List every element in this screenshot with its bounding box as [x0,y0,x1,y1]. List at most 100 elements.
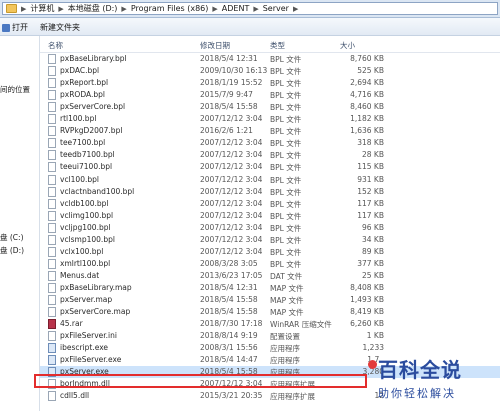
address-breadcrumb[interactable]: ▶ 计算机 ▶ 本地磁盘 (D:) ▶ Program Files (x86) … [2,2,498,15]
watermark: 百科全说 助你轻松解决 [368,354,498,401]
file-name: teedb7100.bpl [60,150,115,160]
file-type: WinRAR 压缩文件 [270,320,332,330]
file-name: pxBaseLibrary.map [60,282,132,292]
file-date: 2007/12/12 3:04 [200,138,263,148]
breadcrumb-program-files[interactable]: Program Files (x86) [131,4,209,13]
file-type: DAT 文件 [270,271,303,281]
file-size: 28 KB [362,150,384,160]
chevron-right-icon: ▶ [253,4,259,13]
file-row[interactable]: pxFileServer.ini 2018/8/14 9:19 配置设置 1 KB [40,330,500,342]
file-row[interactable]: pxServerCore.bpl 2018/5/4 15:58 BPL 文件 8,46… [40,101,500,113]
file-row[interactable]: pxReport.bpl 2018/1/19 15:52 BPL 文件 2,694 K… [40,77,500,89]
breadcrumb-drive-d[interactable]: 本地磁盘 (D:) [68,3,118,14]
file-row[interactable]: pxBaseLibrary.bpl 2018/5/4 12:31 BPL 文件 8,7… [40,53,500,65]
file-icon [48,186,56,197]
file-date: 2015/3/21 20:35 [200,391,263,401]
file-size: 525 KB [357,66,384,76]
file-size: 4,716 KB [350,90,384,100]
file-size: 117 KB [357,210,384,220]
column-header: 名称 修改日期 类型 大小 [40,36,500,53]
breadcrumb-adent[interactable]: ADENT [222,4,250,13]
file-icon [48,307,56,318]
new-folder-button[interactable]: 新建文件夹 [40,22,80,33]
file-date: 2018/5/4 14:47 [200,355,258,365]
file-size: 1,182 KB [350,114,384,124]
file-row[interactable]: ibescript.exe 2008/3/1 15:56 应用程序 1,233 [40,342,500,354]
file-row[interactable]: pxServerCore.map 2018/5/4 15:58 MAP 文件 8,41… [40,306,500,318]
selection-highlight [34,374,367,388]
file-name: pxBaseLibrary.bpl [60,54,127,63]
file-icon [48,78,56,89]
file-row[interactable]: vcljpg100.bpl 2007/12/12 3:04 BPL 文件 96 KB [40,222,500,234]
file-size: 152 KB [357,186,384,196]
file-icon [48,210,56,221]
watermark-logo-icon [368,360,377,369]
file-type: BPL 文件 [270,55,302,64]
file-row[interactable]: pxBaseLibrary.map 2018/5/4 12:31 MAP 文件 8,4… [40,282,500,294]
file-row[interactable]: RVPkgD2007.bpl 2016/2/6 1:21 BPL 文件 1,636 K… [40,125,500,137]
file-row[interactable]: teedb7100.bpl 2007/12/12 3:04 BPL 文件 28 KB [40,149,500,161]
file-name: vclx100.bpl [60,246,104,256]
file-size: 89 KB [362,246,384,256]
file-row[interactable]: vcl100.bpl 2007/12/12 3:04 BPL 文件 931 KB [40,174,500,186]
file-row[interactable]: teeui7100.bpl 2007/12/12 3:04 BPL 文件 115 KB [40,161,500,173]
file-icon [48,295,56,305]
file-row[interactable]: vclactnband100.bpl 2007/12/12 3:04 BPL 文件 1… [40,186,500,198]
file-date: 2007/12/12 3:04 [200,174,263,184]
sidebar-item-drive-d[interactable]: 盘 (D:) [0,245,24,256]
file-row[interactable]: 45.rar 2018/7/30 17:18 WinRAR 压缩文件 6,260 KB [40,318,500,330]
file-row[interactable]: tee7100.bpl 2007/12/12 3:04 BPL 文件 318 KB [40,137,500,149]
file-icon [48,234,56,245]
new-folder-label: 新建文件夹 [40,23,80,32]
file-name: 45.rar [60,319,83,329]
file-row[interactable]: xmlrtl100.bpl 2008/3/28 3:05 BPL 文件 377 KB [40,258,500,270]
file-name: teeui7100.bpl [60,162,113,172]
address-bar[interactable]: ▶ 计算机 ▶ 本地磁盘 (D:) ▶ Program Files (x86) … [0,0,500,18]
file-name: Menus.dat [60,270,100,280]
file-row[interactable]: pxServer.map 2018/5/4 15:58 MAP 文件 1,493 KB [40,294,500,306]
sidebar-item-drive-c[interactable]: 盘 (C:) [0,232,24,243]
navigation-pane: 间的位置 盘 (C:) 盘 (D:) [0,36,40,411]
chevron-right-icon: ▶ [121,4,127,13]
file-type: 应用程序 [270,356,300,366]
file-type: BPL 文件 [270,79,302,89]
file-row[interactable]: vcldb100.bpl 2007/12/12 3:04 BPL 文件 117 KB [40,198,500,210]
file-type: BPL 文件 [270,163,302,173]
file-row[interactable]: pxDAC.bpl 2009/10/30 16:13 BPL 文件 525 KB [40,65,500,77]
file-date: 2018/5/4 15:58 [200,307,258,317]
file-size: 115 KB [357,162,384,172]
rar-icon [48,319,56,330]
breadcrumb-computer[interactable]: 计算机 [30,3,54,14]
file-type: 应用程序 [270,344,300,354]
file-row[interactable]: vclimg100.bpl 2007/12/12 3:04 BPL 文件 117 KB [40,210,500,222]
file-name: rtl100.bpl [60,114,97,124]
file-name: tee7100.bpl [60,138,106,148]
breadcrumb-server[interactable]: Server [263,4,289,13]
column-header-type[interactable]: 类型 [270,40,285,51]
sidebar-item-recent-places[interactable]: 间的位置 [0,84,30,95]
file-icon [48,66,56,77]
file-size: 25 KB [362,270,384,280]
file-size: 6,260 KB [350,319,384,329]
file-date: 2007/12/12 3:04 [200,210,263,220]
file-row[interactable]: Menus.dat 2013/6/23 17:05 DAT 文件 25 KB [40,270,500,282]
column-header-size[interactable]: 大小 [340,40,355,51]
column-header-date[interactable]: 修改日期 [200,40,230,51]
file-row[interactable]: rtl100.bpl 2007/12/12 3:04 BPL 文件 1,182 KB [40,113,500,125]
open-icon [2,23,10,32]
file-date: 2007/12/12 3:04 [200,186,263,196]
file-date: 2007/12/12 3:04 [200,246,263,256]
file-name: vcl100.bpl [60,174,99,184]
file-type: BPL 文件 [270,247,302,257]
file-row[interactable]: vclx100.bpl 2007/12/12 3:04 BPL 文件 89 KB [40,246,500,258]
open-button[interactable]: 打开 [2,22,28,33]
file-row[interactable]: vclsmp100.bpl 2007/12/12 3:04 BPL 文件 34 KB [40,234,500,246]
file-size: 8,760 KB [350,54,384,63]
column-header-name[interactable]: 名称 [48,40,63,51]
file-icon [48,54,56,64]
file-name: pxDAC.bpl [60,66,100,76]
file-row[interactable]: pxRODA.bpl 2015/7/9 9:47 BPL 文件 4,716 KB [40,89,500,101]
file-type: BPL 文件 [270,127,302,137]
file-icon [48,258,56,269]
file-icon [48,222,56,233]
